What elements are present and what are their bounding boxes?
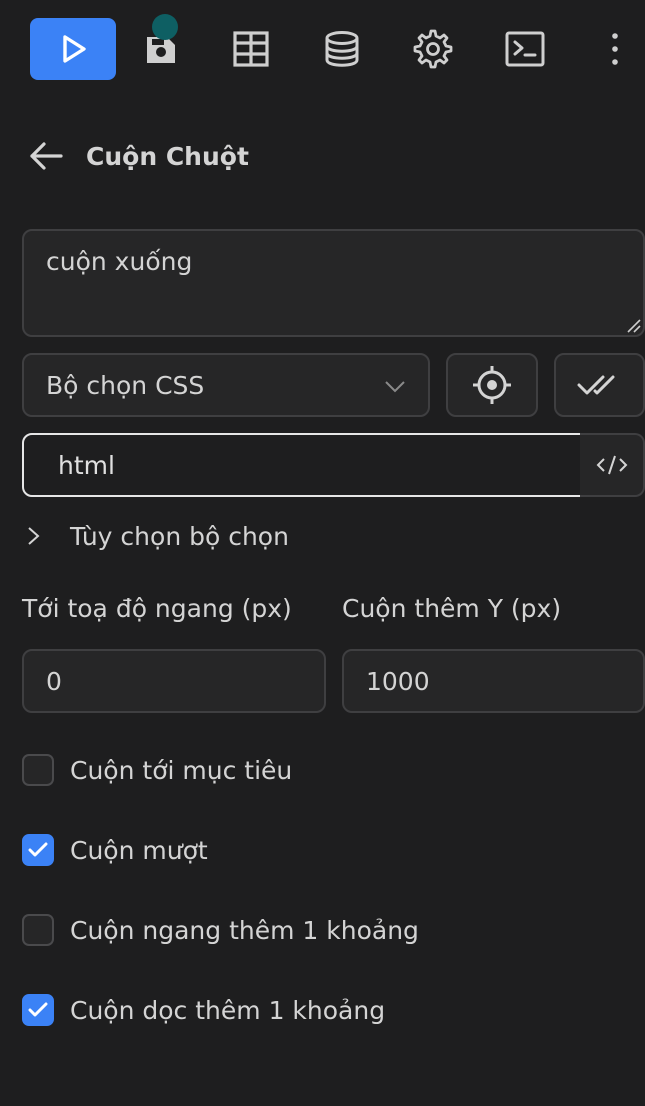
database-button[interactable] — [299, 18, 385, 80]
checkbox-box[interactable] — [22, 754, 54, 786]
chevron-right-icon — [28, 527, 40, 545]
scroll-y-input[interactable]: 1000 — [342, 649, 645, 713]
description-text: cuộn xuống — [46, 247, 193, 276]
description-textarea[interactable]: cuộn xuống — [22, 229, 645, 337]
resize-grip-icon[interactable] — [625, 317, 641, 333]
code-view-button[interactable] — [580, 433, 645, 497]
chevron-down-icon — [385, 381, 405, 393]
checkbox-label: Cuộn mượt — [70, 835, 208, 865]
checkbox-box[interactable] — [22, 914, 54, 946]
pick-element-button[interactable] — [446, 353, 538, 417]
scroll-y-label: Cuộn thêm Y (px) — [342, 594, 562, 623]
settings-button[interactable] — [390, 18, 476, 80]
play-icon — [63, 35, 86, 63]
checkbox-scroll-to-target[interactable]: Cuộn tới mục tiêu — [22, 753, 292, 787]
crosshair-icon — [473, 366, 511, 404]
checkbox-scroll-horizontal-offset[interactable]: Cuộn ngang thêm 1 khoảng — [22, 913, 419, 947]
checkmark-icon — [28, 842, 48, 857]
scroll-x-label: Tới toạ độ ngang (px) — [22, 594, 292, 623]
terminal-button[interactable] — [482, 18, 568, 80]
table-button[interactable] — [208, 18, 294, 80]
checkbox-scroll-vertical-offset[interactable]: Cuộn dọc thêm 1 khoảng — [22, 993, 385, 1027]
table-icon — [233, 31, 269, 67]
selector-input[interactable]: html — [22, 433, 582, 497]
notification-dot — [152, 14, 178, 40]
page-header: Cuộn Chuột — [28, 136, 249, 176]
double-check-icon — [577, 375, 614, 395]
checkbox-label: Cuộn dọc thêm 1 khoảng — [70, 995, 386, 1025]
selector-type-value: Bộ chọn CSS — [46, 370, 205, 400]
play-button[interactable] — [30, 18, 116, 80]
page-title: Cuộn Chuột — [86, 141, 249, 171]
code-icon — [596, 455, 627, 475]
selector-type-select[interactable]: Bộ chọn CSS — [22, 353, 430, 417]
verify-selector-button[interactable] — [554, 353, 645, 417]
more-vertical-icon — [612, 33, 618, 65]
selector-value: html — [58, 450, 115, 480]
scroll-action-panel: Cuộn Chuột cuộn xuống Bộ chọn CSS html T… — [0, 0, 645, 1106]
top-toolbar — [0, 0, 645, 100]
back-button[interactable] — [28, 138, 64, 174]
terminal-icon — [505, 31, 545, 67]
checkbox-smooth-scroll[interactable]: Cuộn mượt — [22, 833, 208, 867]
scroll-y-value: 1000 — [366, 666, 430, 696]
selector-options-toggle[interactable]: Tùy chọn bộ chọn — [24, 516, 289, 556]
database-icon — [325, 31, 359, 67]
gear-icon — [413, 29, 453, 69]
checkbox-label: Cuộn ngang thêm 1 khoảng — [70, 915, 419, 945]
checkbox-label: Cuộn tới mục tiêu — [70, 755, 293, 785]
scroll-x-input[interactable]: 0 — [22, 649, 326, 713]
checkmark-icon — [28, 1002, 48, 1017]
more-button[interactable] — [590, 18, 640, 80]
arrow-left-icon — [30, 142, 63, 170]
selector-options-label: Tùy chọn bộ chọn — [70, 521, 289, 551]
scroll-x-value: 0 — [46, 666, 62, 696]
checkbox-box[interactable] — [22, 834, 54, 866]
checkbox-box[interactable] — [22, 994, 54, 1026]
